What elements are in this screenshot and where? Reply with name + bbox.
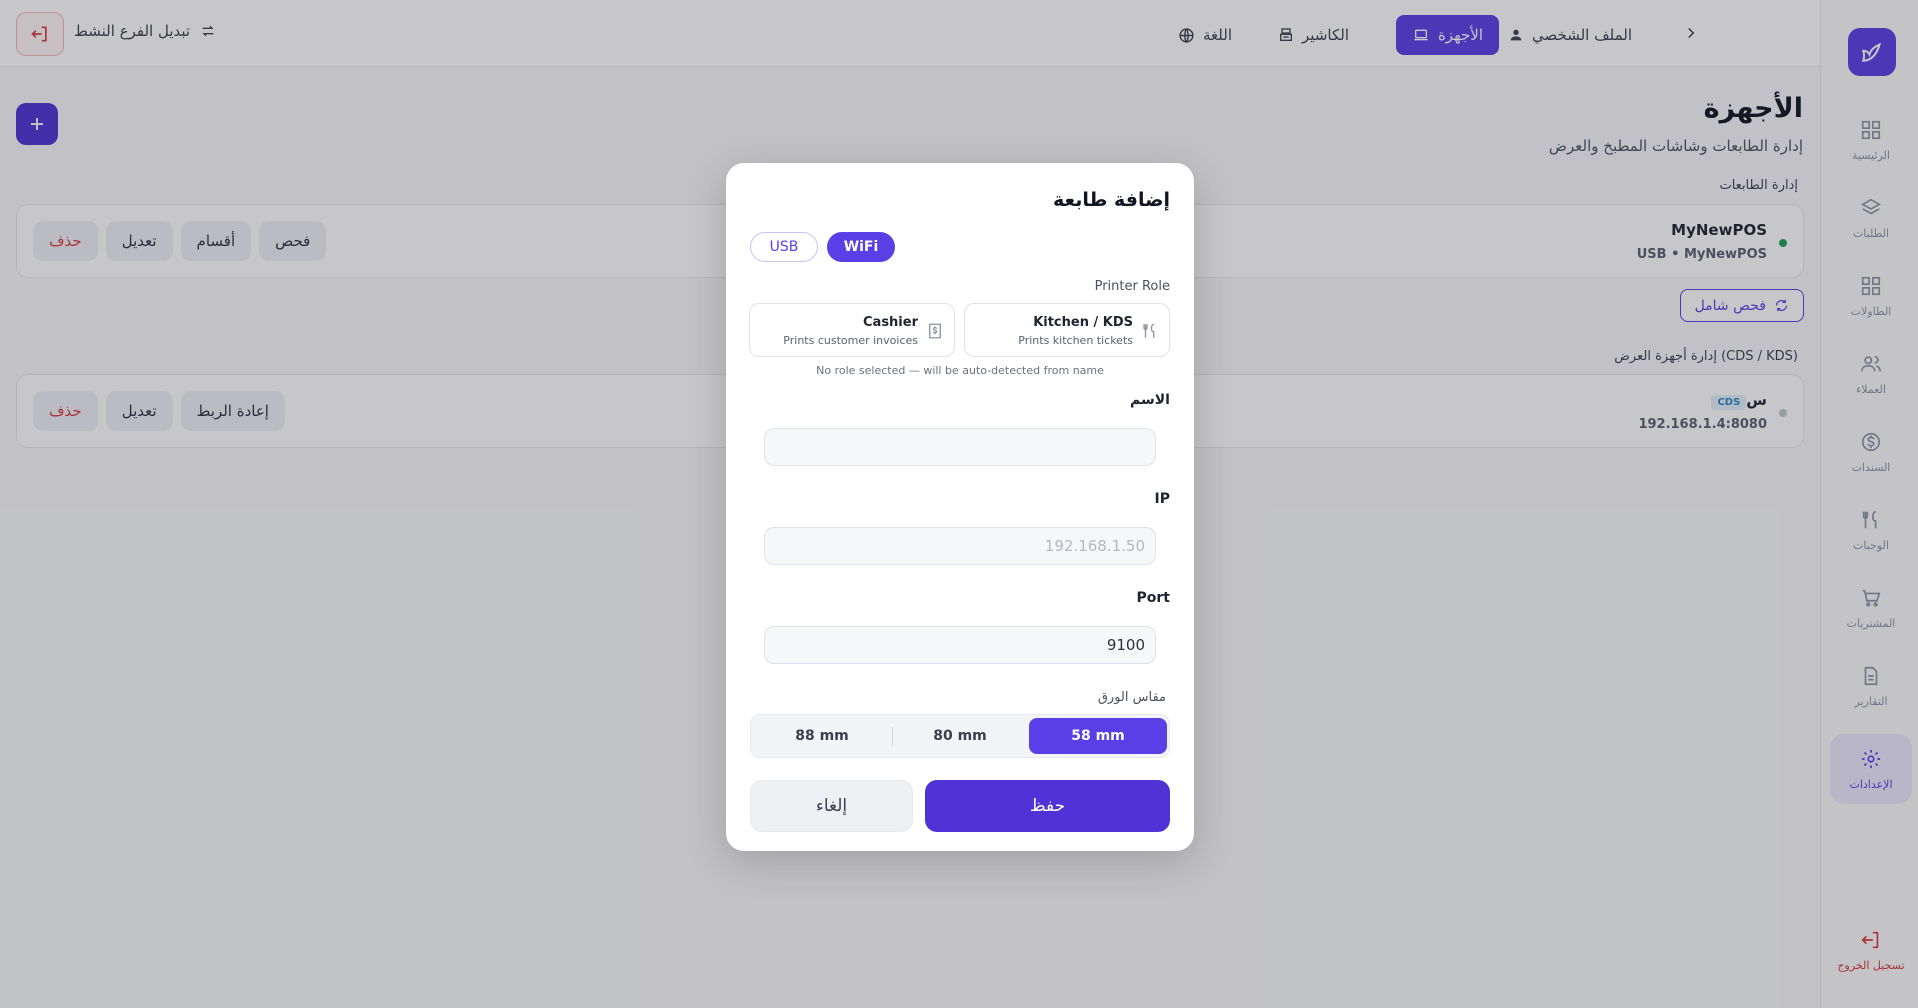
port-field-label: Port xyxy=(1136,590,1170,606)
role-cashier-sub: Prints customer invoices xyxy=(783,334,918,347)
cancel-button[interactable]: إلغاء xyxy=(750,780,913,832)
paper-88-option[interactable]: 88 mm xyxy=(753,718,891,754)
printer-role-label: Printer Role xyxy=(1094,279,1170,294)
connection-usb-toggle[interactable]: USB xyxy=(750,232,818,262)
ip-field[interactable]: 192.168.1.50 xyxy=(764,527,1156,565)
connection-wifi-toggle[interactable]: WiFi xyxy=(827,232,895,262)
role-cashier-title: Cashier xyxy=(863,315,918,330)
utensils-icon xyxy=(1141,321,1159,341)
paper-size-selector: 58 mm 80 mm 88 mm xyxy=(750,714,1170,758)
name-field-label: الاسم xyxy=(1130,392,1170,408)
modal-title: إضافة طابعة xyxy=(1053,189,1170,211)
paper-58-option[interactable]: 58 mm xyxy=(1029,718,1167,754)
role-note: No role selected — will be auto-detected… xyxy=(816,364,1104,377)
receipt-icon xyxy=(926,321,944,341)
add-printer-modal: إضافة طابعة WiFi USB Printer Role Kitche… xyxy=(726,163,1194,851)
paper-size-label: مقاس الورق xyxy=(1097,690,1166,705)
role-kitchen-option[interactable]: Kitchen / KDS Prints kitchen tickets xyxy=(964,303,1170,357)
port-field[interactable]: 9100 xyxy=(764,626,1156,664)
role-kitchen-title: Kitchen / KDS xyxy=(1033,315,1133,330)
segment-divider xyxy=(892,727,893,747)
save-button[interactable]: حفظ xyxy=(925,780,1170,832)
ip-field-label: IP xyxy=(1154,491,1170,507)
paper-80-option[interactable]: 80 mm xyxy=(891,718,1029,754)
name-field[interactable] xyxy=(764,428,1156,466)
role-cashier-option[interactable]: Cashier Prints customer invoices xyxy=(749,303,955,357)
role-kitchen-sub: Prints kitchen tickets xyxy=(1018,334,1133,347)
